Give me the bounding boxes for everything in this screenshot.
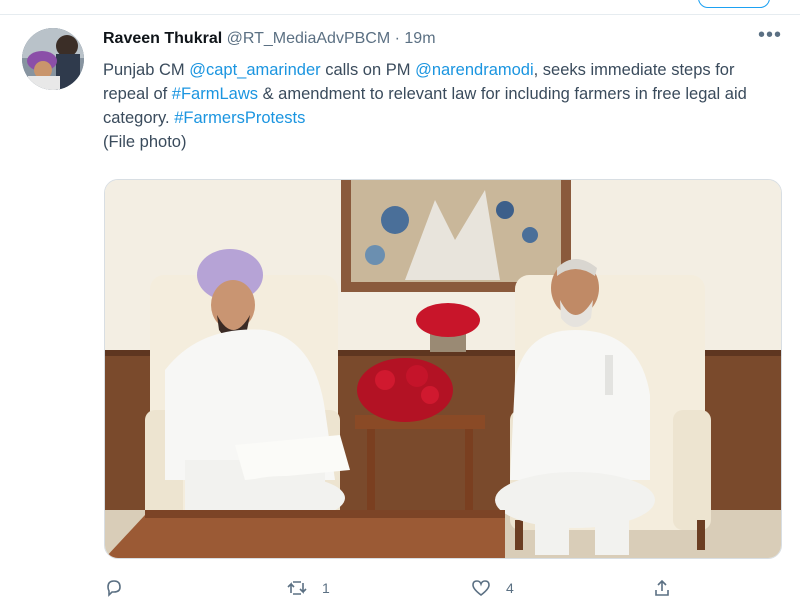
avatar-image <box>22 28 84 90</box>
mention-capt-amarinder[interactable]: @capt_amarinder <box>189 61 320 79</box>
like-icon[interactable] <box>470 578 492 598</box>
previous-tweet-remnant <box>0 0 800 15</box>
photo-illustration <box>105 180 781 558</box>
author-avatar[interactable] <box>22 28 84 90</box>
hashtag-farmersprotests[interactable]: #FarmersProtests <box>174 109 305 127</box>
like-count: 4 <box>506 580 514 596</box>
follow-button-remnant[interactable] <box>698 0 770 8</box>
author-name[interactable]: Raveen Thukral <box>103 30 222 47</box>
like-action[interactable]: 4 <box>470 578 514 598</box>
tweet-actions: 1 4 <box>104 578 704 598</box>
share-icon[interactable] <box>652 578 672 598</box>
text-part: calls on PM <box>320 61 416 79</box>
tweet-header: Raveen Thukral @RT_MediaAdvPBCM · 19m <box>103 30 436 48</box>
text-part: Punjab CM <box>103 61 190 79</box>
header-separator: · <box>394 30 400 47</box>
tweet-photo[interactable] <box>104 179 782 559</box>
text-file-photo: (File photo) <box>103 133 187 151</box>
mention-narendramodi[interactable]: @narendramodi <box>415 61 534 79</box>
reply-icon[interactable] <box>104 578 124 598</box>
retweet-icon[interactable] <box>286 578 308 598</box>
tweet-text: Punjab CM @capt_amarinder calls on PM @n… <box>103 58 783 154</box>
reply-action[interactable] <box>104 578 138 598</box>
author-handle[interactable]: @RT_MediaAdvPBCM <box>227 30 391 47</box>
share-action[interactable] <box>652 578 672 598</box>
more-icon[interactable]: ••• <box>758 24 782 47</box>
tweet-timestamp[interactable]: 19m <box>404 30 435 47</box>
retweet-count: 1 <box>322 580 330 596</box>
retweet-action[interactable]: 1 <box>286 578 330 598</box>
hashtag-farmlaws[interactable]: #FarmLaws <box>172 85 258 103</box>
